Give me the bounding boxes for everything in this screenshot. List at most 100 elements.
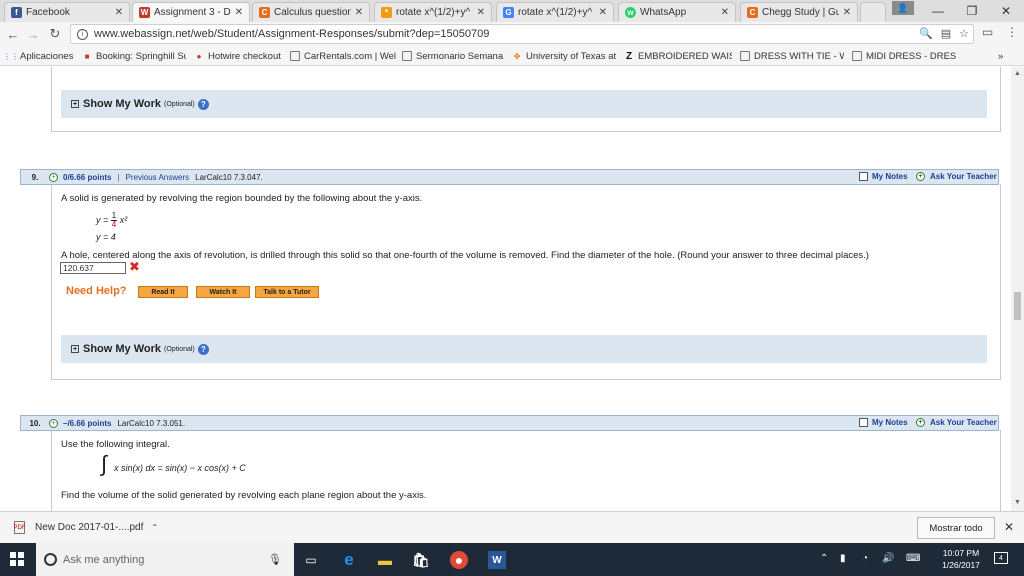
hotwire-icon: ● (196, 51, 202, 61)
store-icon[interactable]: 🛍 (412, 551, 430, 569)
translate-icon[interactable]: ▤ (941, 27, 951, 40)
bookmark-embroidered[interactable]: Z EMBROIDERED WAIST (624, 48, 732, 64)
close-shelf-icon[interactable]: ✕ (1004, 520, 1014, 534)
show-work-q8[interactable]: + Show My Work (Optional) ? (61, 90, 987, 118)
back-icon[interactable]: ← (4, 25, 22, 43)
bookmark-label: Aplicaciones (20, 50, 74, 62)
tab-chegg-study[interactable]: C Chegg Study | Gui ✕ (740, 2, 858, 22)
tab-assignment[interactable]: W Assignment 3 - Du ✕ (132, 2, 250, 22)
keyboard-icon[interactable]: ⌨ (906, 553, 920, 564)
chegg-icon: C (259, 7, 270, 18)
omnibox-actions: 🔍 ▤ ☆ (919, 27, 969, 40)
bookmark-dress-tie[interactable]: DRESS WITH TIE - WA (740, 48, 844, 64)
tab-whatsapp[interactable]: w WhatsApp ✕ (618, 2, 736, 22)
plus-circle-icon: + (916, 418, 925, 427)
address-bar[interactable]: i www.webassign.net/web/Student/Assignme… (70, 24, 974, 44)
window-close-icon[interactable]: ✕ (988, 0, 1024, 22)
plus-circle-icon[interactable]: + (49, 418, 58, 428)
talk-tutor-button[interactable]: Talk to a Tutor (255, 286, 319, 298)
bookmark-utexas[interactable]: ✤ University of Texas at (512, 48, 618, 64)
bookmark-apps[interactable]: ⋮⋮ Aplicaciones (6, 48, 78, 64)
tab-facebook[interactable]: f Facebook ✕ (4, 2, 130, 22)
clock[interactable]: 10:07 PM 1/26/2017 (938, 547, 984, 571)
close-icon[interactable]: ✕ (721, 7, 729, 18)
ask-teacher-button[interactable]: + Ask Your Teacher (916, 418, 997, 427)
tab-calculus-question[interactable]: C Calculus question ✕ (252, 2, 370, 22)
microphone-icon[interactable]: 🎙 (268, 553, 282, 566)
close-icon[interactable]: ✕ (115, 7, 123, 18)
new-tab-button[interactable] (860, 2, 886, 22)
bookmark-label: University of Texas at (526, 50, 617, 62)
show-all-button[interactable]: Mostrar todo (917, 517, 995, 539)
close-icon[interactable]: ✕ (599, 7, 607, 18)
show-work-q9[interactable]: + Show My Work (Optional) ? (61, 335, 987, 363)
scroll-down-icon[interactable]: ▼ (1014, 499, 1021, 506)
profile-icon[interactable]: 👤 (892, 1, 914, 15)
bookmarks-bar: ⋮⋮ Aplicaciones ■ Booking: Springhill Su… (0, 46, 1024, 66)
booking-icon: ■ (84, 51, 90, 61)
close-icon[interactable]: ✕ (355, 7, 363, 18)
minimize-icon[interactable]: — (920, 0, 956, 22)
apps-grid-icon: ⋮⋮ (6, 51, 19, 61)
reload-icon[interactable]: ↻ (46, 25, 64, 43)
volume-icon[interactable]: 🔊 (882, 553, 894, 564)
my-notes-label: My Notes (872, 172, 908, 181)
word-icon[interactable]: W (488, 551, 506, 569)
windows-start-icon[interactable] (10, 552, 24, 566)
plus-circle-icon[interactable]: + (49, 172, 58, 182)
watch-it-button[interactable]: Watch It (196, 286, 250, 298)
restore-icon[interactable]: ❐ (954, 0, 990, 22)
fraction-denominator: 4 (111, 220, 117, 229)
tab-label: Calculus question (274, 7, 351, 18)
separator: | (117, 172, 120, 182)
cast-icon[interactable]: ▭ (982, 25, 993, 39)
page-icon (402, 51, 412, 61)
tray-chevron-icon[interactable]: ⌃ (820, 553, 828, 564)
ask-teacher-button[interactable]: + Ask Your Teacher (916, 172, 997, 181)
answer-input[interactable]: 120.637 (60, 262, 126, 274)
bookmark-midi-dress[interactable]: MIDI DRESS - DRESSE (852, 48, 956, 64)
battery-icon[interactable]: ▮ (840, 553, 846, 564)
forward-icon[interactable]: → (24, 25, 42, 43)
task-view-icon[interactable]: ▭ (302, 551, 320, 569)
scroll-up-icon[interactable]: ▲ (1014, 70, 1021, 77)
taskbar: Ask me anything 🎙 ▭ e ▬ 🛍 ● W ⌃ ▮ ◔ 🔊 ⌨ … (0, 543, 1024, 576)
help-icon[interactable]: ? (197, 343, 209, 355)
star-icon[interactable]: ☆ (959, 27, 969, 40)
cortana-search[interactable]: Ask me anything 🎙 (36, 543, 294, 576)
close-icon[interactable]: ✕ (843, 7, 851, 18)
help-icon[interactable]: ? (197, 98, 209, 110)
bookmark-carrentals[interactable]: CarRentals.com | Wel (290, 48, 396, 64)
notifications-icon[interactable]: 4 (994, 552, 1008, 564)
edge-icon[interactable]: e (340, 550, 358, 569)
scrollbar-thumb[interactable] (1014, 292, 1021, 320)
eq1-lhs: y = (96, 214, 109, 225)
read-it-button[interactable]: Read It (138, 286, 188, 298)
tab-label: Chegg Study | Gui (762, 7, 839, 18)
close-icon[interactable]: ✕ (477, 7, 485, 18)
chevron-up-icon[interactable]: ⌃ (151, 523, 158, 532)
bookmark-sermonario[interactable]: Sermonario Semana (402, 48, 506, 64)
question-9-text: A solid is generated by revolving the re… (61, 193, 423, 204)
chrome-icon[interactable]: ● (450, 551, 468, 569)
tab-rotate-wolfram[interactable]: * rotate x^(1/2)+y^ ✕ (374, 2, 492, 22)
wifi-icon[interactable]: ◔ (862, 553, 868, 564)
close-icon[interactable]: ✕ (235, 7, 243, 18)
page-icon (740, 51, 750, 61)
file-explorer-icon[interactable]: ▬ (376, 551, 394, 569)
download-item[interactable]: PDF New Doc 2017-01-....pdf ⌃ (14, 521, 158, 534)
bookmark-hotwire[interactable]: ● Hotwire checkout (194, 48, 286, 64)
pdf-icon: PDF (14, 521, 26, 534)
my-notes-button[interactable]: My Notes (859, 418, 908, 427)
my-notes-button[interactable]: My Notes (859, 172, 908, 181)
tab-label: WhatsApp (640, 7, 687, 18)
zoom-icon[interactable]: 🔍 (919, 27, 933, 40)
previous-answers-link[interactable]: Previous Answers (126, 173, 190, 182)
info-icon[interactable]: i (77, 28, 88, 40)
browser-toolbar: ← → ↻ i www.webassign.net/web/Student/As… (0, 22, 1024, 46)
menu-icon[interactable]: ⋮ (1006, 25, 1018, 39)
bookmark-booking[interactable]: ■ Booking: Springhill Su (82, 48, 186, 64)
more-bookmarks-button[interactable]: » (998, 48, 1012, 64)
tab-rotate-google[interactable]: G rotate x^(1/2)+y^ ✕ (496, 2, 614, 22)
page-scrollbar[interactable]: ▲ ▼ (1011, 67, 1024, 511)
